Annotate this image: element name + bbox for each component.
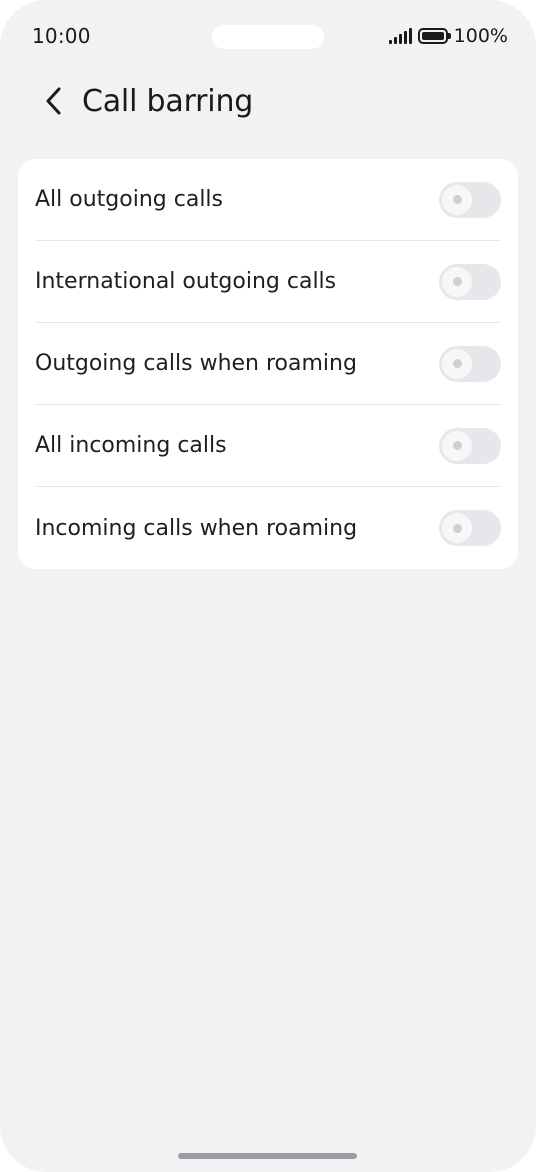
setting-row-international-outgoing[interactable]: International outgoing calls: [35, 241, 501, 323]
toggle-knob: [442, 430, 472, 461]
status-icons: 100%: [388, 24, 508, 48]
home-indicator[interactable]: [178, 1153, 357, 1159]
setting-row-outgoing-roaming[interactable]: Outgoing calls when roaming: [35, 323, 501, 405]
toggle-knob: [442, 348, 472, 379]
battery-percentage: 100%: [453, 25, 508, 47]
header: Call barring: [0, 76, 536, 126]
setting-label: All incoming calls: [35, 433, 227, 458]
toggle-knob: [442, 513, 472, 543]
all-incoming-toggle[interactable]: [439, 427, 501, 464]
incoming-roaming-toggle[interactable]: [439, 510, 501, 546]
phone-screen: 10:00 100% Call barring All outgoing cal…: [0, 0, 536, 1172]
outgoing-roaming-toggle[interactable]: [439, 345, 501, 382]
setting-label: All outgoing calls: [35, 187, 223, 212]
setting-row-all-outgoing[interactable]: All outgoing calls: [35, 159, 501, 241]
status-bar: 10:00 100%: [0, 0, 536, 72]
page-title: Call barring: [82, 83, 254, 119]
setting-row-incoming-roaming[interactable]: Incoming calls when roaming: [35, 487, 501, 569]
chevron-left-icon: [46, 87, 61, 115]
status-time: 10:00: [32, 24, 91, 48]
camera-notch: [212, 25, 324, 49]
setting-label: Outgoing calls when roaming: [35, 351, 357, 376]
setting-label: Incoming calls when roaming: [35, 515, 358, 541]
setting-label: International outgoing calls: [35, 269, 337, 294]
back-button[interactable]: [32, 79, 76, 123]
call-barring-list: All outgoing calls International outgoin…: [18, 159, 518, 569]
toggle-knob: [442, 266, 472, 297]
battery-icon: [417, 28, 451, 44]
signal-icon: [388, 28, 412, 44]
toggle-knob: [442, 184, 472, 215]
international-outgoing-toggle[interactable]: [439, 263, 501, 300]
setting-row-all-incoming[interactable]: All incoming calls: [35, 405, 501, 487]
all-outgoing-toggle[interactable]: [439, 181, 501, 218]
